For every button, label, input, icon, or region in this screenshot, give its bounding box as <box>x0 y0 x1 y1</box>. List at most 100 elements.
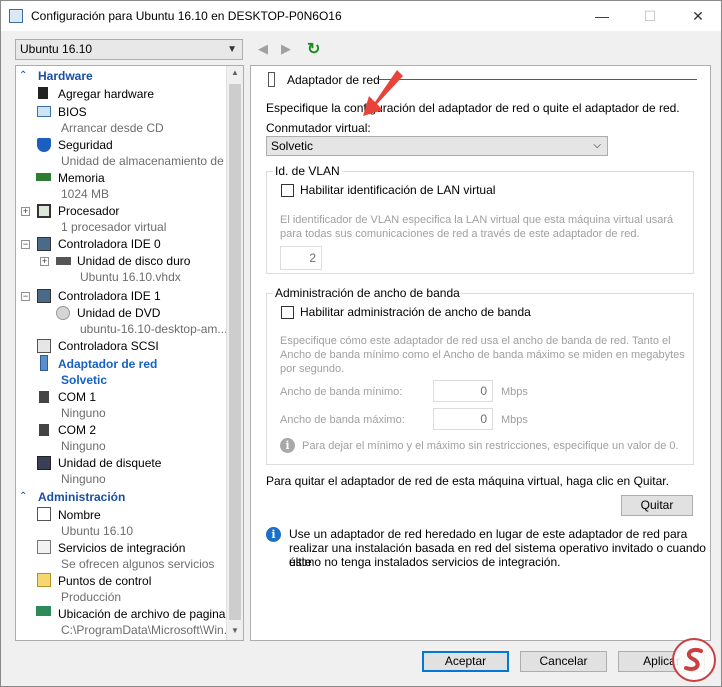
tree-item-com2[interactable]: COM 2 <box>58 422 96 438</box>
tree-item-security-sub: Unidad de almacenamiento de ... <box>61 154 238 168</box>
tree-item-add-hardware[interactable]: Agregar hardware <box>58 86 154 102</box>
tree-item-hard-disk-sub: Ubuntu 16.10.vhdx <box>80 270 181 284</box>
tree-item-com1[interactable]: COM 1 <box>58 389 96 405</box>
tree-item-name-sub: Ubuntu 16.10 <box>61 524 134 538</box>
info-icon: i <box>266 527 281 542</box>
max-bandwidth-label: Ancho de banda máximo: <box>280 414 405 426</box>
dvd-icon <box>56 306 70 320</box>
ide-controller-icon <box>37 237 51 251</box>
bandwidth-group: Administración de ancho de banda Habilit… <box>266 286 694 465</box>
title-bar: Configuración para Ubuntu 16.10 en DESKT… <box>1 1 721 31</box>
tree-item-floppy[interactable]: Unidad de disquete <box>58 455 161 471</box>
tree-item-com2-sub: Ninguno <box>61 439 106 453</box>
hard-disk-icon <box>56 257 71 265</box>
collapse-icon: ⌃ <box>19 70 28 81</box>
forward-arrow-icon[interactable]: ▶ <box>281 41 291 57</box>
tree-item-integration-services-sub: Se ofrecen algunos servicios <box>61 557 215 571</box>
remove-button[interactable]: Quitar <box>621 495 693 516</box>
minimize-button[interactable]: — <box>579 1 625 31</box>
maximize-button[interactable]: ☐ <box>627 1 673 31</box>
expand-icon[interactable]: + <box>21 207 30 216</box>
chevron-down-icon: ▼ <box>227 44 237 55</box>
cancel-button[interactable]: Cancelar <box>520 651 607 672</box>
name-icon <box>37 507 51 521</box>
tree-item-scsi[interactable]: Controladora SCSI <box>58 338 159 354</box>
tree-scrollbar[interactable]: ▲ ▼ <box>226 66 243 640</box>
floppy-icon <box>37 456 51 470</box>
tree-item-processor[interactable]: Procesador <box>58 203 119 219</box>
solvetic-logo <box>672 638 716 682</box>
tree-item-hard-disk[interactable]: Unidad de disco duro <box>77 253 190 269</box>
tree-item-bios[interactable]: BIOS <box>58 104 87 120</box>
vm-selector-value: Ubuntu 16.10 <box>20 42 93 56</box>
settings-tree: ⌃ Hardware Agregar hardware BIOS Arranca… <box>15 65 244 641</box>
max-bandwidth-input[interactable]: 0 <box>433 408 493 430</box>
collapse-icon: ⌃ <box>19 491 28 502</box>
processor-icon <box>37 204 51 218</box>
network-adapter-icon <box>268 72 275 87</box>
tree-item-network-adapter[interactable]: Adaptador de red <box>58 356 157 372</box>
max-bandwidth-unit: Mbps <box>501 414 528 426</box>
close-button[interactable]: ✕ <box>675 1 721 31</box>
tree-item-name[interactable]: Nombre <box>58 507 101 523</box>
tree-item-paging-file-sub: C:\ProgramData\Microsoft\Win... <box>61 623 234 637</box>
scroll-down-icon[interactable]: ▼ <box>227 626 243 635</box>
vlan-checkbox[interactable] <box>281 184 294 197</box>
tree-item-dvd[interactable]: Unidad de DVD <box>77 305 160 321</box>
scroll-up-icon[interactable]: ▲ <box>227 68 243 77</box>
tree-item-checkpoints-sub: Producción <box>61 590 122 604</box>
tree-item-com1-sub: Ninguno <box>61 406 106 420</box>
tree-item-network-adapter-sub: Solvetic <box>61 373 108 387</box>
scroll-thumb[interactable] <box>229 84 241 620</box>
vlan-checkbox-label[interactable]: Habilitar identificación de LAN virtual <box>300 183 495 197</box>
checkpoint-icon <box>37 573 51 587</box>
chevron-down-icon: ⌵ <box>593 140 601 151</box>
collapse-icon[interactable]: − <box>21 240 30 249</box>
virtual-switch-value: Solvetic <box>271 139 314 153</box>
section-hardware-label: Hardware <box>38 69 93 83</box>
vm-selector[interactable]: Ubuntu 16.10 ▼ <box>15 39 243 60</box>
bandwidth-group-label: Administración de ancho de banda <box>273 286 462 300</box>
bandwidth-help-line1: Especifique cómo este adaptador de red u… <box>280 335 671 347</box>
collapse-icon[interactable]: − <box>21 292 30 301</box>
remove-text: Para quitar el adaptador de red de esta … <box>266 474 669 488</box>
accept-button[interactable]: Aceptar <box>422 651 509 672</box>
vlan-group-label: Id. de VLAN <box>273 164 342 178</box>
scsi-controller-icon <box>37 339 51 353</box>
bandwidth-checkbox[interactable] <box>281 306 294 319</box>
virtual-switch-select[interactable]: Solvetic ⌵ <box>266 136 608 156</box>
min-bandwidth-label: Ancho de banda mínimo: <box>280 386 403 398</box>
bandwidth-checkbox-label[interactable]: Habilitar administración de ancho de ban… <box>300 305 531 319</box>
section-administration-label: Administración <box>38 490 126 504</box>
vlan-id-input[interactable]: 2 <box>280 246 322 270</box>
vlan-help-line2: para todas sus comunicaciones de red a t… <box>280 228 640 240</box>
title-divider <box>377 79 697 80</box>
window-title: Configuración para Ubuntu 16.10 en DESKT… <box>31 9 342 23</box>
panel-description: Especifique la configuración del adaptad… <box>266 101 680 115</box>
bandwidth-help-line3: por segundo. <box>280 363 345 375</box>
expand-icon[interactable]: + <box>40 257 49 266</box>
tree-item-ide1[interactable]: Controladora IDE 1 <box>58 288 161 304</box>
tree-item-dvd-sub: ubuntu-16.10-desktop-am... <box>80 322 228 336</box>
app-icon <box>9 9 23 23</box>
tree-item-floppy-sub: Ninguno <box>61 472 106 486</box>
vlan-group: Id. de VLAN Habilitar identificación de … <box>266 164 694 274</box>
bandwidth-help-line2: Ancho de banda mínimo como el Ancho de b… <box>280 349 685 361</box>
network-adapter-icon <box>40 355 48 371</box>
refresh-icon[interactable]: ↻ <box>307 39 320 59</box>
red-arrow-icon <box>363 70 403 116</box>
tree-item-integration-services[interactable]: Servicios de integración <box>58 540 185 556</box>
min-bandwidth-input[interactable]: 0 <box>433 380 493 402</box>
vlan-help-line1: El identificador de VLAN especifica la L… <box>280 214 674 226</box>
back-arrow-icon[interactable]: ◀ <box>258 41 268 57</box>
tree-item-paging-file[interactable]: Ubicación de archivo de paginac... <box>58 606 241 622</box>
tree-item-ide0[interactable]: Controladora IDE 0 <box>58 236 161 252</box>
com-port-icon <box>39 391 49 403</box>
tree-item-security[interactable]: Seguridad <box>58 137 113 153</box>
info-line3: último no tenga instalados servicios de … <box>289 555 561 569</box>
tree-item-checkpoints[interactable]: Puntos de control <box>58 573 151 589</box>
bios-icon <box>37 106 51 117</box>
tree-item-memory[interactable]: Memoria <box>58 170 105 186</box>
settings-window: Configuración para Ubuntu 16.10 en DESKT… <box>0 0 722 687</box>
bandwidth-info-text: Para dejar el mínimo y el máximo sin res… <box>302 440 679 452</box>
